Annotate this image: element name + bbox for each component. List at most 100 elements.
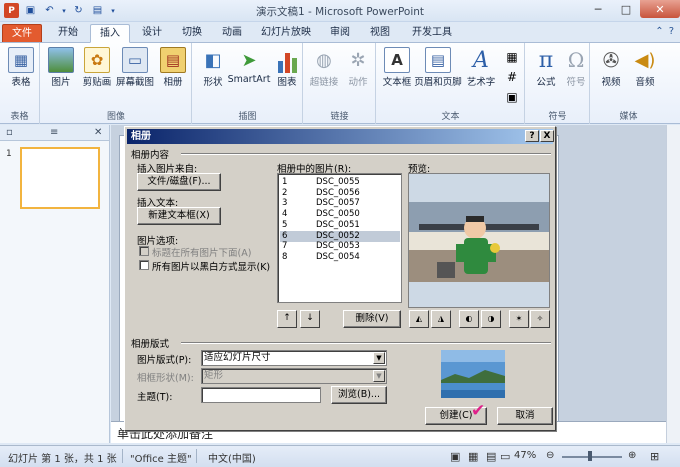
help-icon[interactable]: ? <box>669 26 674 37</box>
outline-tab-icon[interactable]: ≡ <box>50 127 58 138</box>
zoom-in-icon[interactable]: ⊕ <box>628 450 636 461</box>
list-item-name: DSC_0051 <box>316 219 360 230</box>
wordart-button[interactable]: A 艺术字 <box>461 45 501 89</box>
object-icon[interactable]: ▣ <box>501 87 523 107</box>
move-down-button[interactable]: ↓ <box>300 310 320 328</box>
date-time-icon[interactable]: ▦ <box>501 47 523 67</box>
dialog-help-button[interactable]: ? <box>525 130 539 142</box>
slide-number-icon[interactable]: # <box>501 67 523 87</box>
close-pane-icon[interactable]: ✕ <box>94 127 102 138</box>
brightness-up-icon[interactable]: ✶ <box>509 310 529 328</box>
chevron-down-icon[interactable]: ▼ <box>373 370 385 382</box>
photo-album-button[interactable]: ▤ 相册 <box>153 45 193 88</box>
move-up-button[interactable]: ↑ <box>277 310 297 328</box>
slides-pane: ▫ ≡ ✕ 1 <box>0 125 110 443</box>
window-controls: ─ □ ✕ <box>584 0 680 18</box>
list-item[interactable]: 1 DSC_0055 <box>280 177 400 188</box>
separator <box>181 153 551 155</box>
list-item[interactable]: 3 DSC_0057 <box>280 198 400 209</box>
group-label-links: 链接 <box>330 112 349 122</box>
album-content-label: 相册内容 <box>131 150 170 161</box>
slideshow-view-icon[interactable]: ▭ <box>500 450 510 463</box>
brightness-down-icon[interactable]: ✧ <box>530 310 550 328</box>
close-icon[interactable]: ✕ <box>640 0 680 18</box>
picture-layout-dropdown[interactable]: 适应幻灯片尺寸 ▼ <box>201 350 387 366</box>
audio-button[interactable]: ◀) 音频 <box>625 45 665 89</box>
slide-sorter-icon[interactable]: ▦ <box>468 450 478 463</box>
pictures-list[interactable]: 1 DSC_0055 2 DSC_0056 3 DSC_0057 4 DSC_0050 5 DSC… <box>277 173 402 303</box>
frame-shape-dropdown[interactable]: 矩形 ▼ <box>201 368 387 384</box>
slide-number: 1 <box>6 149 12 159</box>
album-layout-label: 相册版式 <box>131 339 170 350</box>
slide-thumbnail[interactable] <box>20 147 100 209</box>
screenshot-icon: ▭ <box>122 47 148 73</box>
tab-animations[interactable]: 动画 <box>212 24 252 43</box>
hyperlink-icon: ◍ <box>316 49 332 71</box>
tab-insert[interactable]: 插入 <box>90 24 130 43</box>
shapes-icon: ◧ <box>204 49 222 71</box>
slide-count-status: 幻灯片 第 1 张，共 1 张 <box>8 454 117 465</box>
tab-slideshow[interactable]: 幻灯片放映 <box>256 24 316 43</box>
group-label-media: 媒体 <box>619 112 638 122</box>
textbox-icon: A <box>384 47 410 73</box>
list-item[interactable]: 7 DSC_0053 <box>280 241 400 252</box>
chart-button[interactable]: 图表 <box>267 45 307 88</box>
tab-developer[interactable]: 开发工具 <box>404 24 460 43</box>
tab-review[interactable]: 审阅 <box>322 24 358 43</box>
textbox-button[interactable]: A 文本框 <box>377 45 417 88</box>
file-disk-button[interactable]: 文件/磁盘(F)... <box>137 173 221 191</box>
clipart-button[interactable]: ✿ 剪贴画 <box>77 45 117 88</box>
zoom-out-icon[interactable]: ⊖ <box>546 450 554 461</box>
list-item[interactable]: 6 DSC_0052 <box>280 230 400 242</box>
minimize-ribbon-icon[interactable]: ⌃ <box>655 26 663 37</box>
action-button[interactable]: ✲ 动作 <box>338 45 378 89</box>
cancel-button[interactable]: 取消 <box>497 407 553 425</box>
slides-tab-icon[interactable]: ▫ <box>6 127 13 138</box>
fit-slide-icon[interactable]: ⊞ <box>650 450 659 463</box>
screenshot-button[interactable]: ▭ 屏幕截图 <box>113 45 157 88</box>
tab-view[interactable]: 视图 <box>362 24 398 43</box>
contrast-down-icon[interactable]: ◑ <box>481 310 501 328</box>
browse-button[interactable]: 浏览(B)... <box>331 386 387 404</box>
zoom-slider[interactable] <box>562 456 622 458</box>
new-textbox-button[interactable]: 新建文本框(X) <box>137 207 221 225</box>
theme-status[interactable]: "Office 主题" <box>130 450 192 465</box>
language-status[interactable]: 中文(中国) <box>208 450 256 465</box>
symbol-button[interactable]: Ω 符号 <box>556 45 596 88</box>
header-footer-button[interactable]: ▤ 页眉和页脚 <box>413 45 463 88</box>
list-item[interactable]: 8 DSC_0054 <box>280 252 400 263</box>
zoom-slider-thumb[interactable] <box>588 451 592 461</box>
chevron-down-icon[interactable]: ▼ <box>373 352 385 364</box>
chart-icon <box>274 47 300 73</box>
contrast-up-icon[interactable]: ◐ <box>459 310 479 328</box>
rotate-right-icon[interactable]: ◮ <box>431 310 451 328</box>
theme-input[interactable] <box>201 387 321 403</box>
minimize-icon[interactable]: ─ <box>584 0 612 18</box>
preview-image <box>408 173 550 308</box>
list-item[interactable]: 4 DSC_0050 <box>280 209 400 220</box>
vertical-scrollbar[interactable] <box>666 125 680 443</box>
picture-button[interactable]: 图片 <box>41 45 81 88</box>
tab-design[interactable]: 设计 <box>132 24 172 43</box>
list-item-number: 5 <box>282 219 288 230</box>
smartart-button[interactable]: ➤ SmartArt <box>227 45 271 86</box>
frame-shape-value: 矩形 <box>204 370 224 381</box>
list-item-number: 2 <box>282 187 288 198</box>
caption-below-checkbox[interactable] <box>139 246 149 256</box>
dialog-close-button[interactable]: X <box>540 130 554 142</box>
normal-view-icon[interactable]: ▣ <box>450 450 460 463</box>
list-item[interactable]: 5 DSC_0051 <box>280 220 400 231</box>
tab-transitions[interactable]: 切换 <box>172 24 212 43</box>
list-item[interactable]: 2 DSC_0056 <box>280 188 400 199</box>
reading-view-icon[interactable]: ▤ <box>486 450 496 463</box>
zoom-level[interactable]: 47% <box>514 450 536 461</box>
maximize-icon[interactable]: □ <box>612 0 640 18</box>
remove-button[interactable]: 删除(V) <box>343 310 401 328</box>
ribbon-tabs: 文件 开始 插入 设计 切换 动画 幻灯片放映 审阅 视图 开发工具 ⌃ ? <box>0 22 680 43</box>
table-button[interactable]: ▦ 表格 <box>1 45 41 88</box>
tab-file[interactable]: 文件 <box>2 24 42 43</box>
black-white-checkbox[interactable] <box>139 260 149 270</box>
list-item-name: DSC_0054 <box>316 251 360 262</box>
rotate-left-icon[interactable]: ◭ <box>409 310 429 328</box>
tab-home[interactable]: 开始 <box>48 24 88 43</box>
